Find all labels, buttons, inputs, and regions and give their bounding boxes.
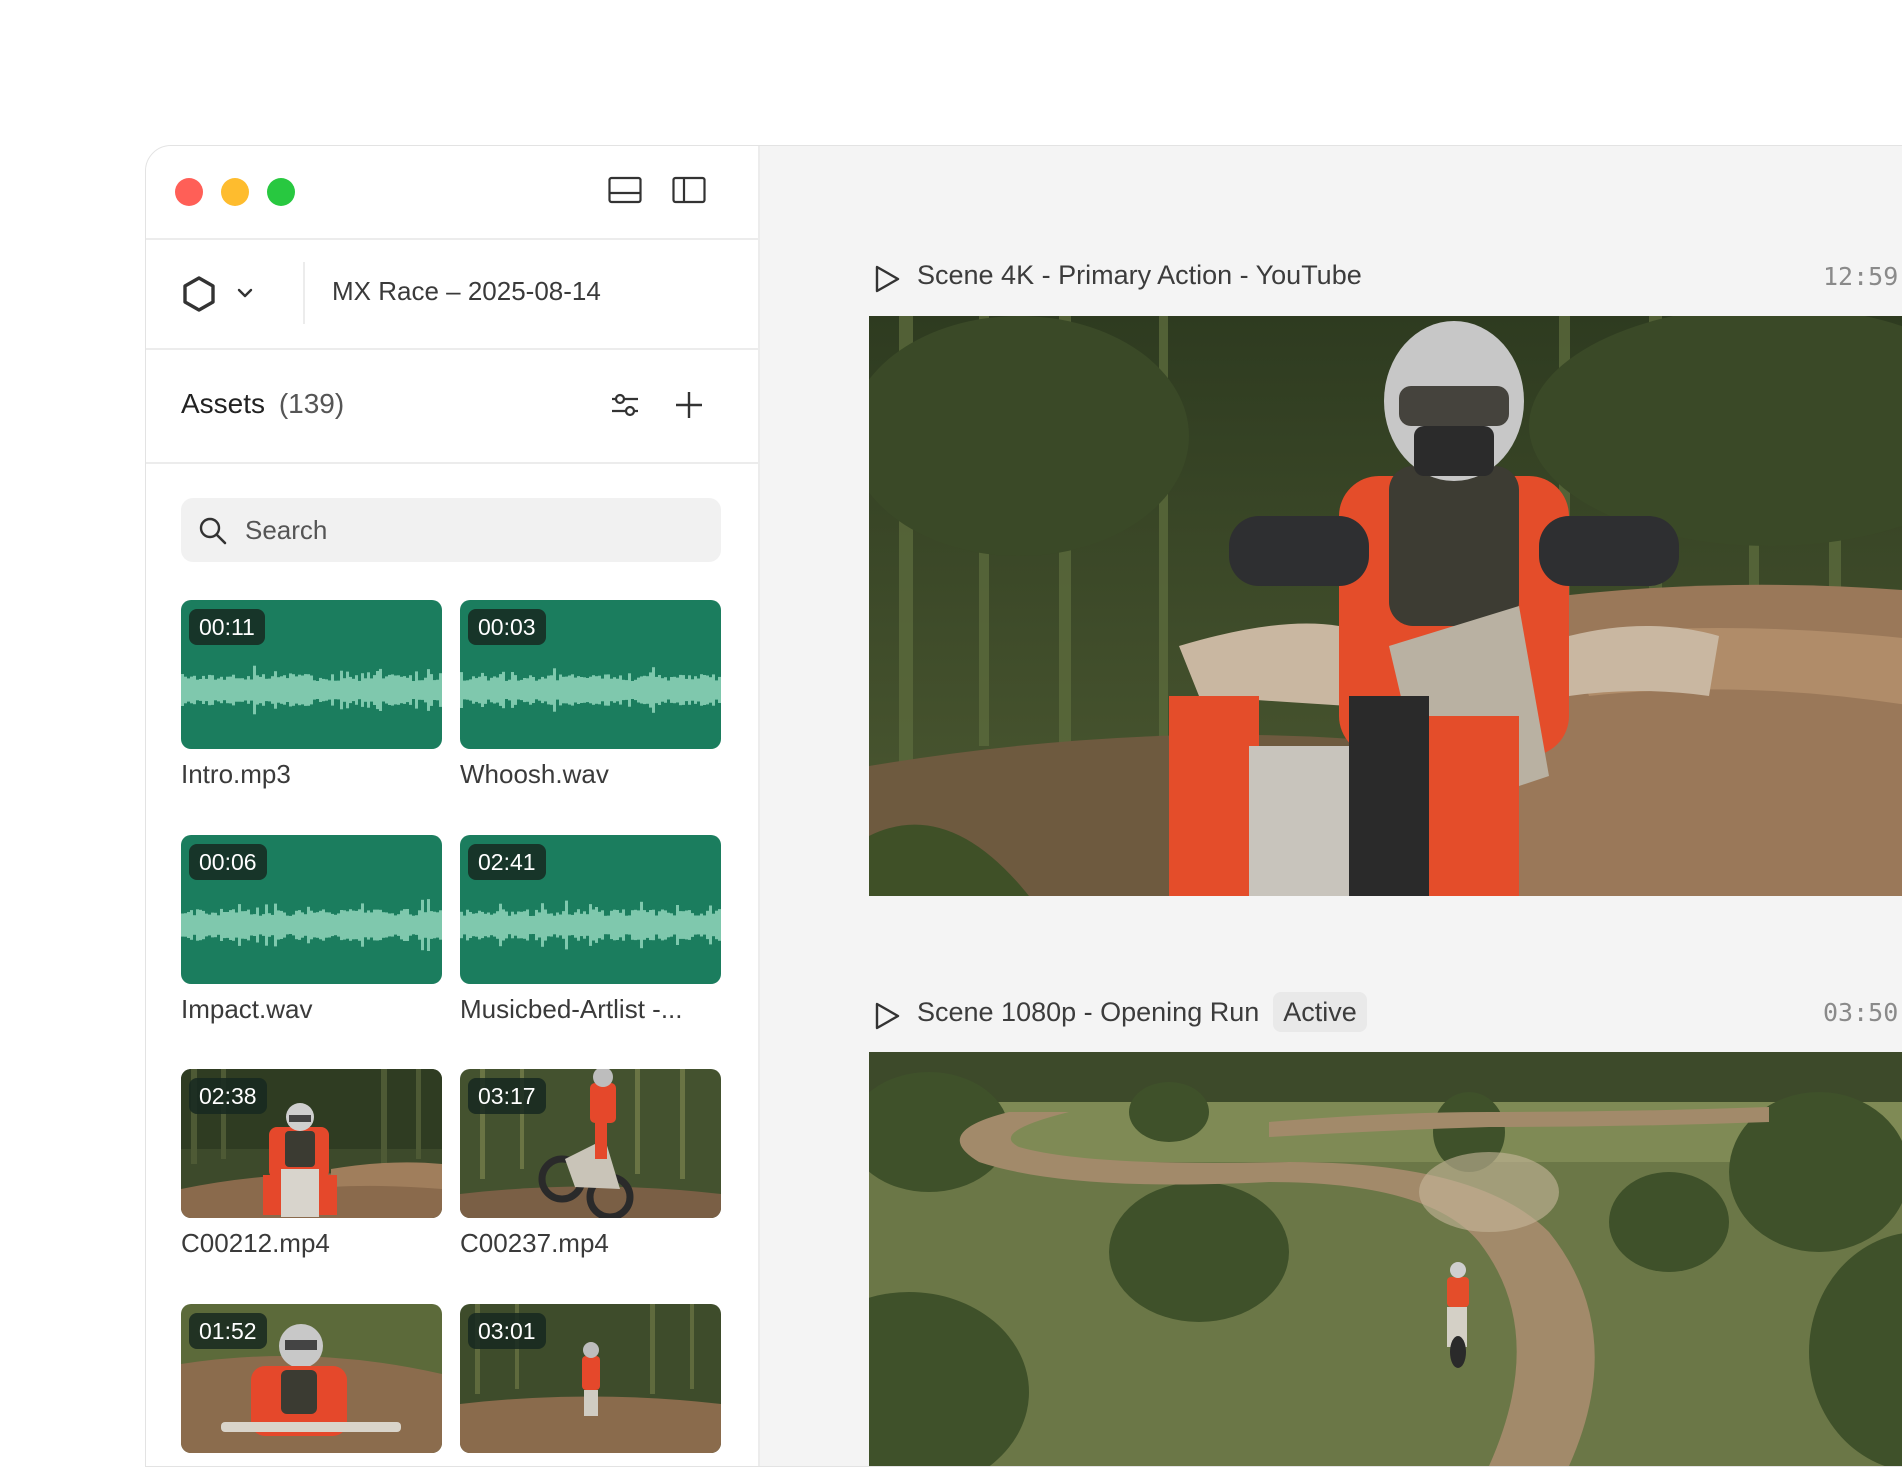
- asset-card[interactable]: 01:52: [181, 1304, 442, 1463]
- asset-name: Whoosh.wav: [460, 759, 609, 789]
- play-icon[interactable]: [872, 1001, 902, 1031]
- hexagon-icon[interactable]: [180, 275, 218, 313]
- video-thumbnail: 02:38: [181, 1069, 442, 1218]
- waveform-thumbnail: 00:03: [460, 600, 721, 749]
- status-badge: Active: [1273, 992, 1367, 1032]
- asset-card[interactable]: 02:41 Musicbed-Artlist -...: [460, 835, 721, 1025]
- project-title[interactable]: MX Race – 2025-08-14: [332, 276, 601, 307]
- project-header: MX Race – 2025-08-14: [146, 240, 758, 350]
- divider: [303, 262, 305, 324]
- duration-badge: 01:52: [189, 1313, 267, 1349]
- duration-badge: 00:11: [189, 609, 265, 645]
- scene-preview[interactable]: [869, 316, 1902, 896]
- scenes-panel: Scene 4K - Primary Action - YouTube 12:5…: [760, 146, 1902, 1466]
- assets-count: (139): [278, 388, 345, 419]
- plus-icon[interactable]: [672, 388, 706, 422]
- duration-badge: 02:41: [468, 844, 546, 880]
- scene-title-row: Scene 1080p - Opening Run Active: [917, 992, 1367, 1032]
- asset-name: Intro.mp3: [181, 759, 291, 789]
- duration-badge: 02:38: [189, 1078, 267, 1114]
- sliders-icon[interactable]: [608, 388, 642, 422]
- assets-header: Assets (139): [146, 350, 758, 464]
- duration-badge: 03:17: [468, 1078, 546, 1114]
- scene-duration: 03:50: [1823, 998, 1899, 1027]
- asset-name: C00237.mp4: [460, 1228, 609, 1258]
- asset-card[interactable]: 03:01: [460, 1304, 721, 1463]
- scene-duration: 12:59: [1823, 262, 1899, 291]
- motocross-rider-photo: [869, 316, 1902, 896]
- waveform-thumbnail: 02:41: [460, 835, 721, 984]
- scene-preview[interactable]: [869, 1052, 1902, 1466]
- video-thumbnail: 01:52: [181, 1304, 442, 1453]
- panel-left-icon[interactable]: [672, 176, 706, 206]
- asset-card[interactable]: 00:03 Whoosh.wav: [460, 600, 721, 790]
- dirt-track-photo: [869, 1052, 1902, 1466]
- asset-name: Impact.wav: [181, 994, 313, 1024]
- waveform-thumbnail: 00:06: [181, 835, 442, 984]
- play-icon[interactable]: [872, 264, 902, 294]
- video-thumbnail: 03:01: [460, 1304, 721, 1453]
- asset-name: Musicbed-Artlist -...: [460, 994, 683, 1024]
- duration-badge: 03:01: [468, 1313, 546, 1349]
- duration-badge: 00:03: [468, 609, 546, 645]
- video-thumbnail: 03:17: [460, 1069, 721, 1218]
- search-box[interactable]: [181, 498, 721, 562]
- sidebar: MX Race – 2025-08-14 Assets (139) Search…: [146, 146, 760, 1466]
- app-window: MX Race – 2025-08-14 Assets (139) Search…: [145, 145, 1902, 1467]
- waveform-thumbnail: 00:11: [181, 600, 442, 749]
- search-icon: [197, 515, 229, 547]
- assets-heading: Assets (139): [181, 388, 344, 420]
- asset-name: C00212.mp4: [181, 1228, 330, 1258]
- asset-card[interactable]: 00:11 Intro.mp3: [181, 600, 442, 790]
- titlebar: [146, 146, 758, 240]
- search-input[interactable]: [245, 498, 705, 562]
- scene-title[interactable]: Scene 4K - Primary Action - YouTube: [917, 260, 1362, 291]
- asset-card[interactable]: 03:17 C00237.mp4: [460, 1069, 721, 1259]
- minimize-window-button[interactable]: [221, 178, 249, 206]
- chevron-down-icon[interactable]: [234, 282, 256, 304]
- maximize-window-button[interactable]: [267, 178, 295, 206]
- close-window-button[interactable]: [175, 178, 203, 206]
- assets-title: Assets: [181, 388, 266, 419]
- asset-card[interactable]: 00:06 Impact.wav: [181, 835, 442, 1025]
- asset-card[interactable]: 02:38 C00212.mp4: [181, 1069, 442, 1259]
- scene-title[interactable]: Scene 1080p - Opening Run: [917, 997, 1259, 1027]
- duration-badge: 00:06: [189, 844, 267, 880]
- panel-bottom-icon[interactable]: [608, 176, 642, 206]
